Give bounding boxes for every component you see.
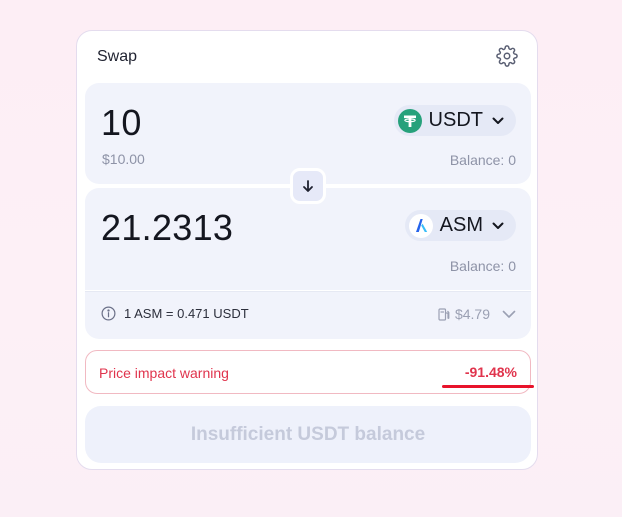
from-token-selector[interactable]: USDT <box>393 105 516 136</box>
highlight-underline <box>442 385 534 388</box>
from-balance: Balance: 0 <box>449 152 516 168</box>
to-amount-input[interactable]: 21.2313 <box>101 207 233 249</box>
price-impact-value: -91.48% <box>464 364 517 380</box>
from-amount-input[interactable]: 10 <box>101 102 142 144</box>
to-token-selector[interactable]: ASM <box>404 210 516 241</box>
from-token-symbol: USDT <box>428 109 483 131</box>
rate-row[interactable]: 1 ASM = 0.471 USDT $4.79 <box>85 291 531 339</box>
chevron-down-icon <box>492 222 504 229</box>
chevron-down-icon <box>492 117 504 124</box>
network-fee: $4.79 <box>438 306 516 322</box>
arrow-down-icon <box>303 180 313 192</box>
usdt-tether-icon <box>397 108 422 133</box>
gas-pump-icon <box>438 307 450 321</box>
chevron-down-icon[interactable] <box>502 310 516 319</box>
rate-info: 1 ASM = 0.471 USDT <box>101 306 249 321</box>
settings-gear-icon[interactable] <box>496 45 518 67</box>
asm-token-icon <box>408 213 433 238</box>
swap-direction-button[interactable] <box>290 168 326 204</box>
to-token-symbol: ASM <box>439 214 483 236</box>
swap-card: Swap 10 USDT $10.00 Balance: 0 21.2313 A… <box>76 30 538 470</box>
info-icon <box>101 306 116 321</box>
insufficient-balance-button[interactable]: Insufficient USDT balance <box>85 406 531 463</box>
fee-value: $4.79 <box>454 306 490 322</box>
swap-title: Swap <box>97 48 138 65</box>
exchange-rate: 1 ASM = 0.471 USDT <box>124 306 249 321</box>
to-balance: Balance: 0 <box>449 258 516 274</box>
from-usd-value: $10.00 <box>102 151 145 167</box>
price-impact-label: Price impact warning <box>99 365 229 381</box>
